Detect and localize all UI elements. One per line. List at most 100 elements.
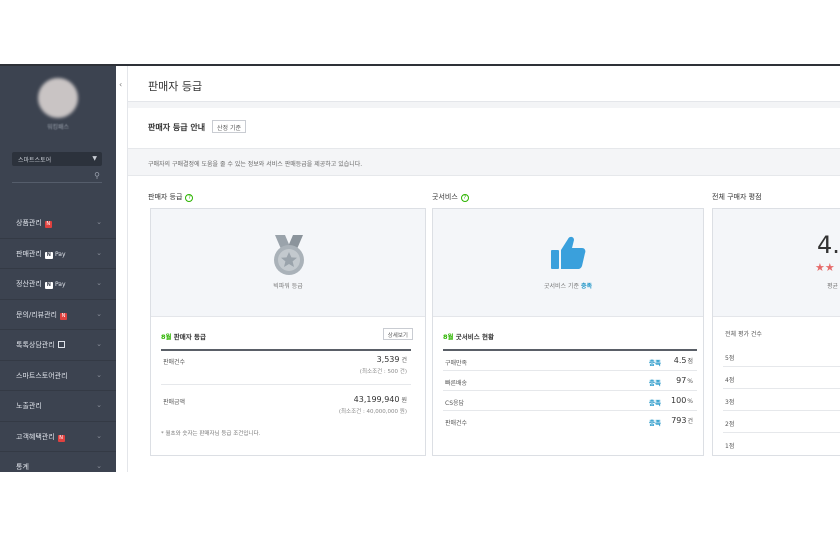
shop-name: 워킹패스: [46, 124, 70, 131]
rating-row-label: 4점: [725, 377, 735, 384]
rating-count-header: 전체 평가 건수: [725, 331, 762, 338]
grade-row-sales-amount: 판매금액 43,199,940 원 (최소조건 : 40,000,000 원): [161, 391, 411, 425]
new-badge-icon: N: [57, 434, 65, 442]
help-icon[interactable]: ?: [460, 194, 469, 202]
chevron-down-icon: ⌄: [96, 309, 102, 318]
sidebar-item-settlement[interactable]: 정산관리 N Pay ⌄: [0, 269, 116, 300]
pay-badge-label: Pay: [54, 250, 66, 258]
chevron-down-icon: ⌄: [96, 340, 102, 348]
row-label: 빠른배송: [445, 380, 468, 387]
store-select-value: 스마트스토어: [18, 157, 52, 164]
grade-card-visual: 빅파워 등급: [151, 209, 425, 317]
sidebar-item-label: 문의/리뷰관리: [16, 310, 57, 319]
detail-button[interactable]: 상세보기: [382, 328, 413, 340]
rating-row-label: 2점: [725, 421, 735, 428]
goodservice-table-label: 굿서비스 현황: [455, 333, 494, 341]
help-icon[interactable]: ?: [185, 194, 194, 202]
search-icon[interactable]: ⚲: [94, 171, 100, 180]
row-value: 97%: [676, 376, 693, 385]
sidebar-collapse-toggle[interactable]: ‹: [116, 66, 128, 472]
row-label: 판매건수: [163, 359, 186, 366]
row-value: 100%: [671, 396, 693, 405]
sidebar: 워킹패스 스마트스토어 ▼ ⚲ 상품관리 N ⌄ 판매관리 N Pay ⌄ 정산관리 N…: [0, 66, 116, 472]
row-value-number: 793: [671, 416, 687, 425]
chevron-down-icon: ⌄: [96, 218, 102, 226]
goodservice-caption-status: 충족: [580, 283, 592, 290]
row-value-number: 43,199,940: [353, 395, 400, 404]
npay-badge-icon: N: [44, 251, 53, 259]
new-badge-icon: N: [44, 221, 52, 228]
rating-section-label: 전체 구매자 평점: [712, 193, 762, 201]
goodservice-card: 굿서비스 기준 충족 8월 굿서비스 현황 구매만족 충족 4.5점 빠른배송 …: [432, 208, 704, 456]
sidebar-item-label: 고객혜택관리: [16, 432, 55, 441]
average-label: 평균: [827, 283, 839, 290]
goodservice-caption-label: 굿서비스 기준: [544, 283, 580, 290]
external-link-icon: [57, 341, 65, 348]
chevron-down-icon: ⌄: [96, 279, 102, 287]
grade-table-title: 8월 판매자 등급: [161, 331, 206, 341]
sidebar-item-exposure[interactable]: 노출관리 ⌄: [0, 391, 116, 422]
row-label: 판매금액: [163, 399, 186, 406]
sidebar-item-benefits[interactable]: 고객혜택관리 N ⌄: [0, 422, 116, 452]
row-value-number: 97: [676, 376, 687, 385]
sidebar-menu: 상품관리 N ⌄ 판매관리 N Pay ⌄ 정산관리 N Pay ⌄ 문의/리뷰관리 N ⌄…: [0, 208, 116, 472]
row-unit: 건: [401, 357, 407, 364]
new-badge-icon: N: [60, 312, 67, 320]
sidebar-item-products[interactable]: 상품관리 N ⌄: [0, 208, 116, 239]
sidebar-item-stats[interactable]: 통계 ⌄: [0, 452, 116, 472]
main-content: 판매자 등급 판매자 등급 안내 산정 기준 구매자의 구매결정에 도움을 줄 …: [128, 66, 840, 472]
rating-card-visual: 4. ★★ 평균: [713, 209, 840, 317]
row-status: 충족: [649, 399, 661, 407]
row-status: 충족: [649, 419, 661, 427]
row-status: 충족: [649, 359, 661, 367]
chevron-left-icon[interactable]: ‹: [119, 80, 122, 89]
chevron-down-icon: ⌄: [96, 401, 102, 409]
avatar[interactable]: [38, 78, 78, 118]
sidebar-item-store[interactable]: 스마트스토어관리 ⌄: [0, 361, 116, 391]
chevron-down-icon: ⌄: [96, 462, 102, 470]
rating-row-2: 2점: [723, 411, 840, 433]
rating-row-label: 5점: [725, 355, 735, 362]
sidebar-item-label: 판매관리: [16, 249, 42, 258]
rating-row-5: 5점: [723, 345, 840, 367]
medal-icon: [274, 235, 304, 275]
chevron-down-icon: ⌄: [96, 370, 102, 379]
grade-note: * 월초와 숫자는 판매자님 등급 조건입니다.: [161, 431, 261, 437]
page-title: 판매자 등급: [148, 80, 203, 93]
store-select[interactable]: 스마트스토어 ▼: [12, 152, 102, 166]
goodservice-row-fast-delivery: 빠른배송 충족 97%: [443, 371, 697, 391]
row-status: 충족: [649, 379, 661, 387]
sidebar-item-label: 노출관리: [16, 402, 42, 410]
sidebar-item-talktalk[interactable]: 톡톡상담관리 ⌄: [0, 330, 116, 361]
info-text: 구매자의 구매결정에 도움을 줄 수 있는 정보와 서비스 판매등급을 제공하고…: [148, 161, 363, 168]
grade-section-label: 판매자 등급: [148, 193, 183, 201]
app-window: 워킹패스 스마트스토어 ▼ ⚲ 상품관리 N ⌄ 판매관리 N Pay ⌄ 정산관리 N…: [0, 64, 840, 472]
row-label: 구매만족: [445, 360, 468, 367]
sidebar-item-inquiries[interactable]: 문의/리뷰관리 N ⌄: [0, 300, 116, 330]
goodservice-table-title: 8월 굿서비스 현황: [443, 331, 494, 341]
goodservice-caption: 굿서비스 기준 충족: [433, 281, 703, 290]
row-value: 43,199,940 원: [354, 395, 407, 404]
goodservice-card-visual: 굿서비스 기준 충족: [433, 209, 703, 317]
goodservice-section-title: 굿서비스?: [432, 192, 469, 202]
row-unit: %: [687, 378, 693, 385]
sidebar-item-label: 스마트스토어관리: [16, 371, 68, 380]
grade-table-month: 8월: [161, 333, 172, 341]
caret-down-icon: ▼: [92, 155, 97, 162]
grade-card: 빅파워 등급 8월 판매자 등급 상세보기 판매건수 3,539 건 (최소조건 …: [150, 208, 426, 456]
sidebar-item-label: 통계: [16, 463, 29, 471]
pay-badge-label: Pay: [54, 281, 66, 288]
sidebar-search-input[interactable]: ⚲: [12, 170, 102, 183]
sidebar-item-sales[interactable]: 판매관리 N Pay ⌄: [0, 239, 116, 269]
criteria-button[interactable]: 산정 기준: [212, 120, 246, 133]
npay-badge-icon: N: [44, 282, 53, 289]
guide-title: 판매자 등급 안내: [148, 123, 206, 132]
row-value: 793건: [671, 416, 693, 425]
sidebar-item-label: 정산관리: [16, 280, 42, 288]
chevron-down-icon: ⌄: [96, 431, 102, 440]
goodservice-row-cs-response: CS응답 충족 100%: [443, 391, 697, 411]
grade-section-title: 판매자 등급?: [148, 192, 194, 202]
grade-caption: 빅파워 등급: [273, 283, 303, 290]
rating-row-label: 1점: [725, 443, 735, 450]
average-rating-value: 4.: [817, 231, 840, 259]
